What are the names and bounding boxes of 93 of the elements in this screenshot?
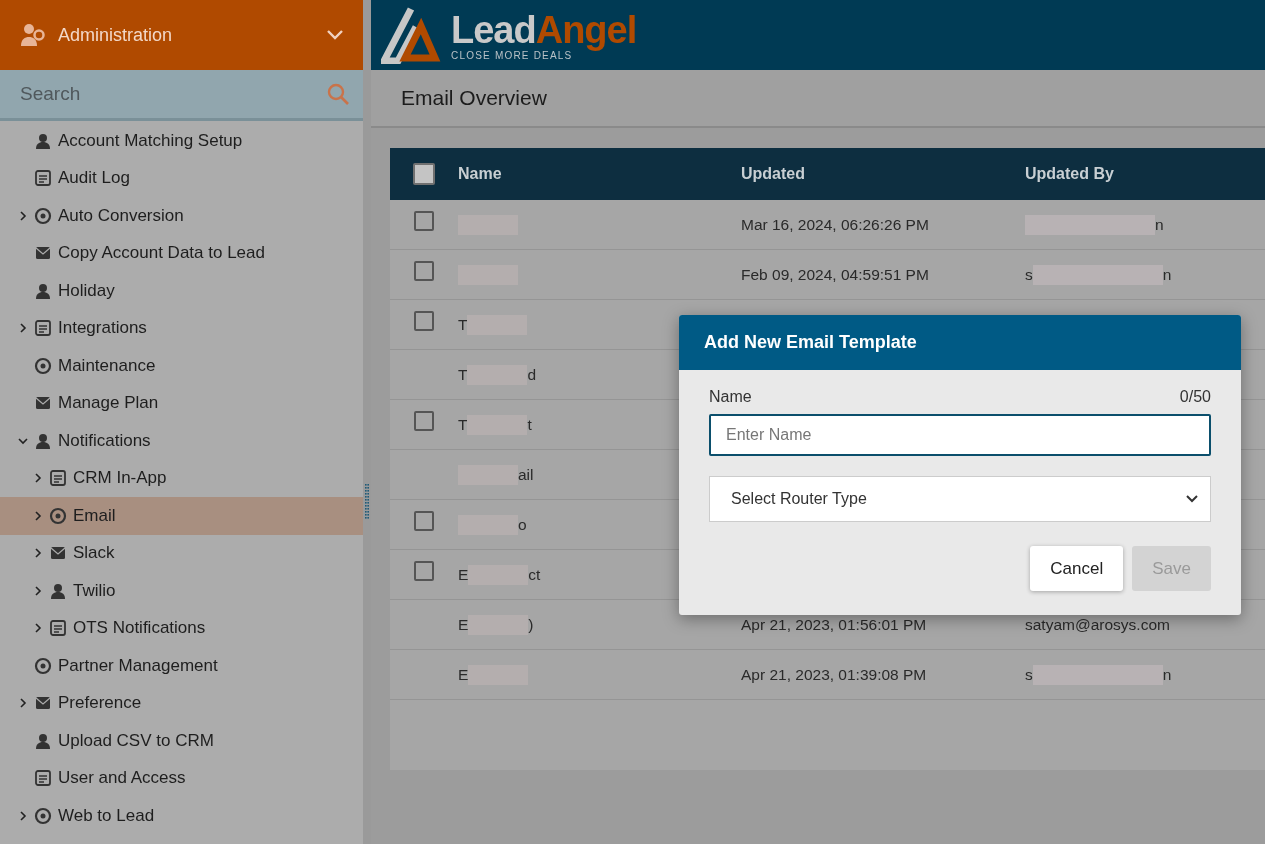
search-field[interactable]: Search (0, 70, 363, 121)
table-cell: satyam@arosys.com (1025, 615, 1170, 634)
sidebar-item[interactable]: Upload CSV to CRM (0, 722, 363, 760)
field-label: Name (709, 388, 752, 406)
logo-word: Lead (451, 8, 536, 51)
menu-icon (34, 431, 52, 450)
table-cell: o (518, 515, 527, 534)
row-checkbox[interactable] (414, 260, 434, 281)
table-cell: T (458, 365, 468, 384)
sidebar-item[interactable]: Twilio (0, 572, 363, 610)
sidebar-item[interactable]: Email (0, 497, 363, 535)
column-header[interactable]: Updated (741, 165, 1025, 183)
table-cell: E (458, 615, 469, 634)
sidebar-item[interactable]: CRM In-App (0, 459, 363, 497)
table-cell: Apr 21, 2023, 01:39:08 PM (741, 665, 927, 684)
name-input[interactable]: Enter Name (709, 414, 1211, 456)
logo-tagline: CLOSE MORE DEALS (451, 49, 573, 61)
row-checkbox[interactable] (414, 310, 434, 331)
column-header[interactable]: Name (458, 165, 741, 183)
router-type-select[interactable]: Select Router Type (709, 476, 1211, 522)
row-checkbox[interactable] (414, 410, 434, 431)
table-cell: T (458, 315, 468, 334)
menu-icon (49, 506, 67, 525)
table-cell: Feb 09, 2024, 04:59:51 PM (741, 265, 929, 284)
menu-icon (34, 206, 52, 225)
table-cell: Mar 16, 2024, 06:26:26 PM (741, 215, 929, 234)
sidebar-item[interactable]: Notifications (0, 422, 363, 460)
chevron-icon[interactable] (18, 323, 28, 334)
menu-icon (34, 656, 52, 675)
chevron-icon[interactable] (33, 623, 43, 634)
sidebar-item[interactable]: User and Access (0, 759, 363, 797)
logo-word: Angel (535, 8, 637, 51)
menu-icon (34, 281, 52, 300)
column-header[interactable]: Updated By (1025, 165, 1265, 183)
page-title: Email Overview (401, 86, 547, 110)
menu-icon (49, 619, 67, 638)
table-cell: ct (528, 565, 541, 584)
sidebar-item[interactable]: Slack (0, 534, 363, 572)
search-input[interactable]: Search (18, 82, 327, 106)
chevron-icon[interactable] (18, 210, 28, 221)
sidebar-item[interactable]: Account Matching Setup (0, 122, 363, 160)
menu-icon (34, 731, 52, 750)
table-cell: T (458, 415, 468, 434)
sidebar-item[interactable]: Audit Log (0, 159, 363, 197)
sidebar-item[interactable]: Holiday (0, 272, 363, 310)
menu-icon (34, 319, 52, 338)
chevron-icon[interactable] (18, 435, 28, 446)
character-counter: 0/50 (1179, 388, 1211, 406)
table-cell: s (1025, 265, 1033, 284)
select-all-checkbox[interactable] (413, 163, 435, 185)
row-checkbox[interactable] (414, 560, 434, 581)
sidebar-header[interactable]: Administration (0, 0, 363, 70)
chevron-icon[interactable] (33, 510, 43, 521)
table-cell: ) (528, 615, 534, 634)
table-cell: ail (518, 465, 534, 484)
table-cell: n (1162, 665, 1172, 684)
table-cell: n (1155, 215, 1164, 234)
chevron-icon[interactable] (327, 30, 343, 40)
table-cell: s (1025, 665, 1033, 684)
chevron-icon (1186, 495, 1198, 503)
sidebar-item[interactable]: Preference (0, 684, 363, 722)
sidebar-item[interactable]: Manage Plan (0, 384, 363, 422)
row-checkbox[interactable] (414, 210, 434, 231)
menu-icon (34, 356, 52, 375)
menu-icon (34, 769, 52, 788)
sidebar-item[interactable]: Maintenance (0, 347, 363, 385)
table-cell: E (458, 665, 469, 684)
menu-icon (49, 469, 67, 488)
chevron-icon[interactable] (18, 698, 28, 709)
sidebar-item[interactable]: Auto Conversion (0, 197, 363, 235)
row-checkbox[interactable] (414, 510, 434, 531)
sidebar-item[interactable]: Integrations (0, 309, 363, 347)
sidebar-item[interactable]: Copy Account Data to Lead (0, 234, 363, 272)
table-cell: E (458, 565, 469, 584)
sidebar-title: Administration (58, 24, 174, 46)
menu-icon (34, 131, 52, 150)
table-cell: Apr 21, 2023, 01:56:01 PM (741, 615, 927, 634)
chevron-icon[interactable] (18, 810, 28, 821)
sidebar-item[interactable]: Partner Management (0, 647, 363, 685)
chevron-icon[interactable] (33, 473, 43, 484)
dialog-title: Add New Email Template (704, 332, 917, 353)
menu-icon (34, 169, 52, 188)
menu-icon (49, 581, 67, 600)
table-cell: d (527, 365, 537, 384)
chevron-icon[interactable] (33, 585, 43, 596)
chevron-icon[interactable] (33, 548, 43, 559)
dialog-button[interactable]: Cancel (1030, 546, 1124, 591)
sidebar-item[interactable]: OTS Notifications (0, 609, 363, 647)
resize-handle[interactable] (365, 484, 369, 520)
sidebar-item[interactable]: Web to Lead (0, 797, 363, 835)
table-cell: t (527, 415, 532, 434)
menu-icon (34, 806, 52, 825)
table-cell: n (1162, 265, 1172, 284)
